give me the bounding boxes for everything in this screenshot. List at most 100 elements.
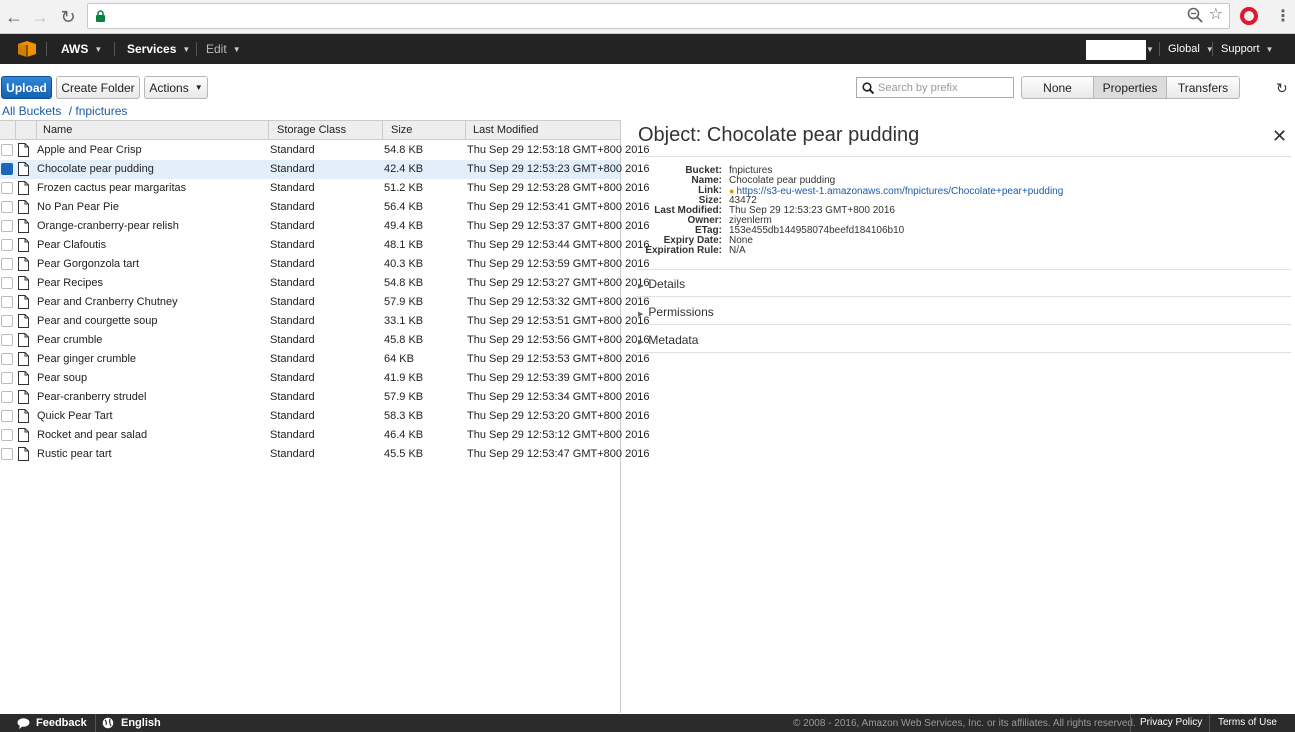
privacy-policy-link[interactable]: Privacy Policy: [1140, 717, 1202, 728]
table-row[interactable]: No Pan Pear Pie Standard 56.4 KB Thu Sep 29…: [0, 198, 650, 217]
object-name[interactable]: Apple and Pear Crisp: [37, 144, 142, 156]
row-checkbox[interactable]: [1, 353, 13, 365]
row-checkbox[interactable]: [1, 182, 13, 194]
bookmark-star-icon[interactable]: ☆: [1209, 7, 1223, 23]
object-storage-class: Standard: [270, 182, 315, 194]
object-name[interactable]: Pear soup: [37, 372, 87, 384]
actions-button[interactable]: Actions ▼: [144, 76, 208, 99]
terms-of-use-link[interactable]: Terms of Use: [1218, 717, 1277, 728]
table-row[interactable]: Pear Clafoutis Standard 48.1 KB Thu Sep 29 …: [0, 236, 650, 255]
feedback-link[interactable]: Feedback: [36, 717, 87, 729]
table-row[interactable]: Pear soup Standard 41.9 KB Thu Sep 29 12:53…: [0, 369, 650, 388]
object-name[interactable]: Quick Pear Tart: [37, 410, 113, 422]
column-header-storage-class[interactable]: Storage Class: [277, 124, 346, 136]
property-key: Expiration Rule:: [645, 245, 722, 256]
object-name[interactable]: No Pan Pear Pie: [37, 201, 119, 213]
object-name[interactable]: Rustic pear tart: [37, 448, 112, 460]
file-icon: [18, 181, 29, 195]
breadcrumb-all-buckets[interactable]: All Buckets: [2, 104, 61, 118]
row-checkbox[interactable]: [1, 391, 13, 403]
account-menu[interactable]: [1086, 40, 1146, 60]
row-checkbox[interactable]: [1, 296, 13, 308]
zoom-icon[interactable]: [1187, 7, 1203, 23]
table-row[interactable]: Chocolate pear pudding Standard 42.4 KB Thu…: [0, 160, 650, 179]
object-storage-class: Standard: [270, 429, 315, 441]
view-properties-button[interactable]: Properties: [1093, 76, 1167, 99]
account-chevron-icon[interactable]: ▼: [1146, 34, 1154, 64]
view-none-button[interactable]: None: [1021, 76, 1094, 99]
services-menu[interactable]: Services ▼: [127, 34, 190, 64]
back-arrow-icon[interactable]: ←: [0, 3, 28, 31]
row-checkbox[interactable]: [1, 163, 13, 175]
column-header-name[interactable]: Name: [43, 124, 72, 136]
breadcrumb-bucket[interactable]: / fnpictures: [69, 104, 128, 118]
row-checkbox[interactable]: [1, 277, 13, 289]
support-menu[interactable]: Support ▼: [1221, 34, 1273, 64]
row-checkbox[interactable]: [1, 220, 13, 232]
column-divider: [268, 121, 269, 140]
row-checkbox[interactable]: [1, 410, 13, 422]
address-bar[interactable]: ☆: [87, 3, 1230, 29]
upload-button[interactable]: Upload: [1, 76, 52, 99]
footer-separator: [95, 714, 96, 732]
aws-menu[interactable]: AWS ▼: [61, 34, 102, 64]
row-checkbox[interactable]: [1, 239, 13, 251]
object-name[interactable]: Pear Clafoutis: [37, 239, 106, 251]
table-row[interactable]: Pear ginger crumble Standard 64 KB Thu Sep …: [0, 350, 650, 369]
object-link[interactable]: ● https://s3-eu-west-1.amazonaws.com/fnpi…: [729, 186, 1063, 197]
aws-cube-icon[interactable]: [18, 41, 36, 57]
object-name[interactable]: Pear and Cranberry Chutney: [37, 296, 178, 308]
object-name[interactable]: Pear and courgette soup: [37, 315, 157, 327]
column-header-last-modified[interactable]: Last Modified: [473, 124, 538, 136]
table-row[interactable]: Rustic pear tart Standard 45.5 KB Thu Sep 2…: [0, 445, 650, 464]
object-name[interactable]: Pear ginger crumble: [37, 353, 136, 365]
table-row[interactable]: Pear Gorgonzola tart Standard 40.3 KB Thu S…: [0, 255, 650, 274]
table-row[interactable]: Frozen cactus pear margaritas Standard 51.…: [0, 179, 650, 198]
table-row[interactable]: Pear Recipes Standard 54.8 KB Thu Sep 29 12…: [0, 274, 650, 293]
language-selector[interactable]: English: [121, 717, 161, 729]
search-input[interactable]: [878, 81, 1008, 94]
forward-arrow-icon[interactable]: →: [26, 3, 54, 31]
object-link-url[interactable]: https://s3-eu-west-1.amazonaws.com/fnpic…: [736, 186, 1063, 197]
row-checkbox[interactable]: [1, 372, 13, 384]
section-permissions[interactable]: ▶ Permissions: [638, 305, 714, 319]
object-size: 56.4 KB: [384, 201, 424, 213]
browser-toolbar: ← → ↻ ☆ ⋮: [0, 0, 1295, 34]
row-checkbox[interactable]: [1, 144, 13, 156]
row-checkbox[interactable]: [1, 201, 13, 213]
object-name[interactable]: Frozen cactus pear margaritas: [37, 182, 186, 194]
table-row[interactable]: Pear and courgette soup Standard 33.1 KB Th…: [0, 312, 650, 331]
object-name[interactable]: Chocolate pear pudding: [37, 163, 154, 175]
row-checkbox[interactable]: [1, 258, 13, 270]
object-name[interactable]: Rocket and pear salad: [37, 429, 147, 441]
refresh-icon[interactable]: ↻: [1276, 80, 1288, 97]
table-row[interactable]: Orange-cranberry-pear relish Standard 49.4…: [0, 217, 650, 236]
table-row[interactable]: Pear-cranberry strudel Standard 57.9 KB Thu…: [0, 388, 650, 407]
close-icon[interactable]: ✕: [1272, 126, 1287, 147]
object-name[interactable]: Pear Recipes: [37, 277, 103, 289]
create-folder-button[interactable]: Create Folder: [56, 76, 140, 99]
table-row[interactable]: Apple and Pear Crisp Standard 54.8 KB Thu S…: [0, 141, 650, 160]
table-row[interactable]: Pear and Cranberry Chutney Standard 57.9 K…: [0, 293, 650, 312]
file-icon: [18, 219, 29, 233]
section-details[interactable]: ▶ Details: [638, 277, 685, 291]
reload-icon[interactable]: ↻: [54, 3, 82, 31]
table-row[interactable]: Pear crumble Standard 45.8 KB Thu Sep 29 12…: [0, 331, 650, 350]
browser-menu-icon[interactable]: ⋮: [1275, 6, 1291, 26]
row-checkbox[interactable]: [1, 448, 13, 460]
region-menu[interactable]: Global ▼: [1168, 34, 1214, 64]
row-checkbox[interactable]: [1, 429, 13, 441]
edit-menu[interactable]: Edit ▼: [206, 34, 241, 64]
object-name[interactable]: Pear crumble: [37, 334, 102, 346]
object-name[interactable]: Pear Gorgonzola tart: [37, 258, 139, 270]
row-checkbox[interactable]: [1, 315, 13, 327]
view-transfers-button[interactable]: Transfers: [1166, 76, 1240, 99]
table-row[interactable]: Quick Pear Tart Standard 58.3 KB Thu Sep 29…: [0, 407, 650, 426]
row-checkbox[interactable]: [1, 334, 13, 346]
section-metadata[interactable]: ▶ Metadata: [638, 333, 698, 347]
opera-icon[interactable]: [1240, 7, 1258, 25]
column-header-size[interactable]: Size: [391, 124, 412, 136]
table-row[interactable]: Rocket and pear salad Standard 46.4 KB Thu …: [0, 426, 650, 445]
object-name[interactable]: Orange-cranberry-pear relish: [37, 220, 179, 232]
object-name[interactable]: Pear-cranberry strudel: [37, 391, 146, 403]
